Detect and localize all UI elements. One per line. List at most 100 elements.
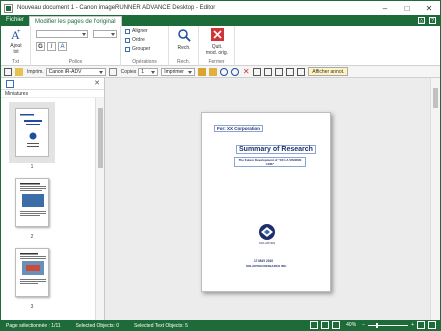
thumbnail-page-1[interactable] (9, 102, 55, 163)
close-button[interactable]: ✕ (418, 1, 440, 15)
fit-width-button[interactable] (417, 321, 425, 329)
minimize-button[interactable]: – (374, 1, 396, 15)
ribbon-help-area: △ ? (418, 17, 436, 24)
company-logo: SOLARYEN (259, 224, 275, 245)
printer-label: Imprim. (27, 68, 44, 75)
view-single-page-button[interactable] (310, 321, 319, 329)
group-operations: Aligner Ordre Grouper Opérations (121, 26, 169, 66)
page-date[interactable]: 17 MAY 2010 (254, 259, 273, 263)
status-page-selected: Page sélectionnée : 1/11 (6, 322, 61, 329)
edit-icon[interactable] (209, 67, 218, 76)
page-icon[interactable] (275, 67, 284, 76)
thumbnail-page-1-preview (20, 114, 42, 147)
group-icon (125, 46, 130, 52)
quit-edit-original-label: Quit. mod. orig. (205, 44, 229, 56)
thumbnail-page-2[interactable] (15, 178, 49, 227)
printer-settings-icon[interactable] (108, 67, 117, 76)
canvas-scroll-thumb[interactable] (433, 88, 438, 108)
zoom-in-icon[interactable]: + (411, 322, 414, 328)
align-label: Aligner (132, 28, 148, 34)
zoom-level: 40% (346, 322, 357, 328)
italic-button[interactable]: I (47, 42, 56, 51)
page-company[interactable]: SOLARYEN RESEARCH INC. (246, 264, 287, 268)
canvas-vertical-scrollbar[interactable] (430, 78, 440, 320)
font-name-combo[interactable] (36, 30, 88, 38)
svg-text:+: + (17, 29, 21, 35)
fit-page-button[interactable] (428, 321, 436, 329)
group-search: Rech. Rech. (169, 26, 199, 66)
align-button[interactable]: Aligner (125, 28, 148, 34)
document-canvas[interactable]: For: XX Corporation Summary of Research … (105, 78, 430, 320)
redo-icon[interactable] (231, 67, 240, 76)
document-page[interactable]: For: XX Corporation Summary of Research … (201, 112, 331, 292)
page-for-line[interactable]: For: XX Corporation (214, 125, 263, 132)
group-button[interactable]: Grouper (125, 46, 150, 52)
thumbnail-number-1: 1 (30, 164, 34, 170)
thumbnail-page-3[interactable] (15, 248, 49, 297)
zoom-slider[interactable] (368, 322, 409, 328)
thumbnails-panel: ✕ Miniatures 1 2 3 (1, 78, 105, 320)
close-red-icon (210, 28, 224, 41)
page-subtitle[interactable]: The Future Development of "XX LA VISIONS… (234, 157, 306, 167)
page-settings-icon[interactable] (297, 67, 306, 76)
group-label: Grouper (132, 46, 151, 52)
status-selected-text-objects: Selected Text Objects: 5 (134, 322, 188, 329)
ribbon-collapse-icon[interactable]: △ (418, 17, 425, 24)
save-icon[interactable] (4, 67, 12, 76)
delete-icon[interactable]: ✕ (242, 67, 250, 76)
bold-button[interactable]: G (36, 42, 45, 51)
printer-select[interactable]: Canon iR-ADV (45, 67, 106, 76)
thumbnails-panel-header: ✕ (1, 78, 104, 90)
group-font: G I A Police (31, 26, 121, 66)
ribbon: A + Ajout txt Txt G I A Police Aligner O… (1, 26, 440, 66)
search-button[interactable]: Rech. (172, 28, 196, 51)
thumbnails-title: Miniatures (1, 90, 104, 98)
tab-fichier[interactable]: Fichier (1, 15, 29, 26)
add-text-icon: A + (11, 28, 21, 42)
status-selected-objects: Selected Objects: 0 (75, 322, 120, 329)
thumbnails-scrollbar[interactable] (95, 98, 104, 320)
search-icon (178, 29, 191, 42)
order-button[interactable]: Ordre (125, 37, 145, 43)
show-annotations-button[interactable]: Afficher annot. (308, 67, 349, 76)
status-right-controls: 40% − + (310, 321, 436, 329)
print-button[interactable]: Imprimer (161, 67, 196, 76)
status-bar: Page sélectionnée : 1/11 Selected Object… (1, 320, 440, 331)
insert-page-icon[interactable] (286, 67, 295, 76)
font-size-combo[interactable] (93, 30, 117, 38)
window-controls: – □ ✕ (374, 1, 440, 15)
copies-input[interactable]: 1 (138, 67, 159, 76)
group-operations-label: Opérations (132, 59, 157, 65)
order-icon (125, 37, 130, 43)
thumbnail-page-2-preview (20, 183, 46, 216)
scan-icon[interactable] (198, 67, 207, 76)
help-icon[interactable]: ? (429, 17, 436, 24)
zoom-out-icon[interactable]: − (362, 322, 365, 328)
group-text: A + Ajout txt Txt (1, 26, 31, 66)
undo-icon[interactable] (220, 67, 229, 76)
view-fit-button[interactable] (332, 321, 341, 329)
thumbnail-page-3-preview (20, 253, 46, 284)
panel-toggle-icon[interactable] (6, 80, 14, 88)
tab-modifier-pages[interactable]: Modifier les pages de l'original (29, 16, 122, 26)
rotate-right-icon[interactable] (264, 67, 273, 76)
add-text-button[interactable]: A + Ajout txt (4, 28, 28, 55)
logo-wordmark: SOLARYEN (259, 241, 275, 245)
command-bar: Imprim. Canon iR-ADV Copies 1 Imprimer ✕… (1, 66, 440, 78)
rotate-left-icon[interactable] (253, 67, 262, 76)
thumbnail-number-2: 2 (30, 234, 34, 240)
page-title[interactable]: Summary of Research (236, 145, 316, 154)
app-icon (4, 3, 13, 13)
group-close-label: Fermer (208, 59, 225, 65)
add-text-label: Ajout txt (10, 43, 22, 55)
quit-edit-original-button[interactable]: Quit. mod. orig. (203, 28, 231, 56)
view-two-page-button[interactable] (321, 321, 330, 329)
app-window: Nouveau document 1 - Canon imageRUNNER A… (0, 0, 441, 331)
maximize-button[interactable]: □ (396, 1, 418, 15)
search-label: Rech. (177, 45, 191, 51)
panel-close-icon[interactable]: ✕ (94, 79, 100, 87)
title-bar: Nouveau document 1 - Canon imageRUNNER A… (1, 1, 440, 15)
thumbnails-scroll-thumb[interactable] (98, 108, 103, 168)
open-icon[interactable] (15, 67, 23, 76)
font-color-button[interactable]: A (58, 42, 67, 51)
